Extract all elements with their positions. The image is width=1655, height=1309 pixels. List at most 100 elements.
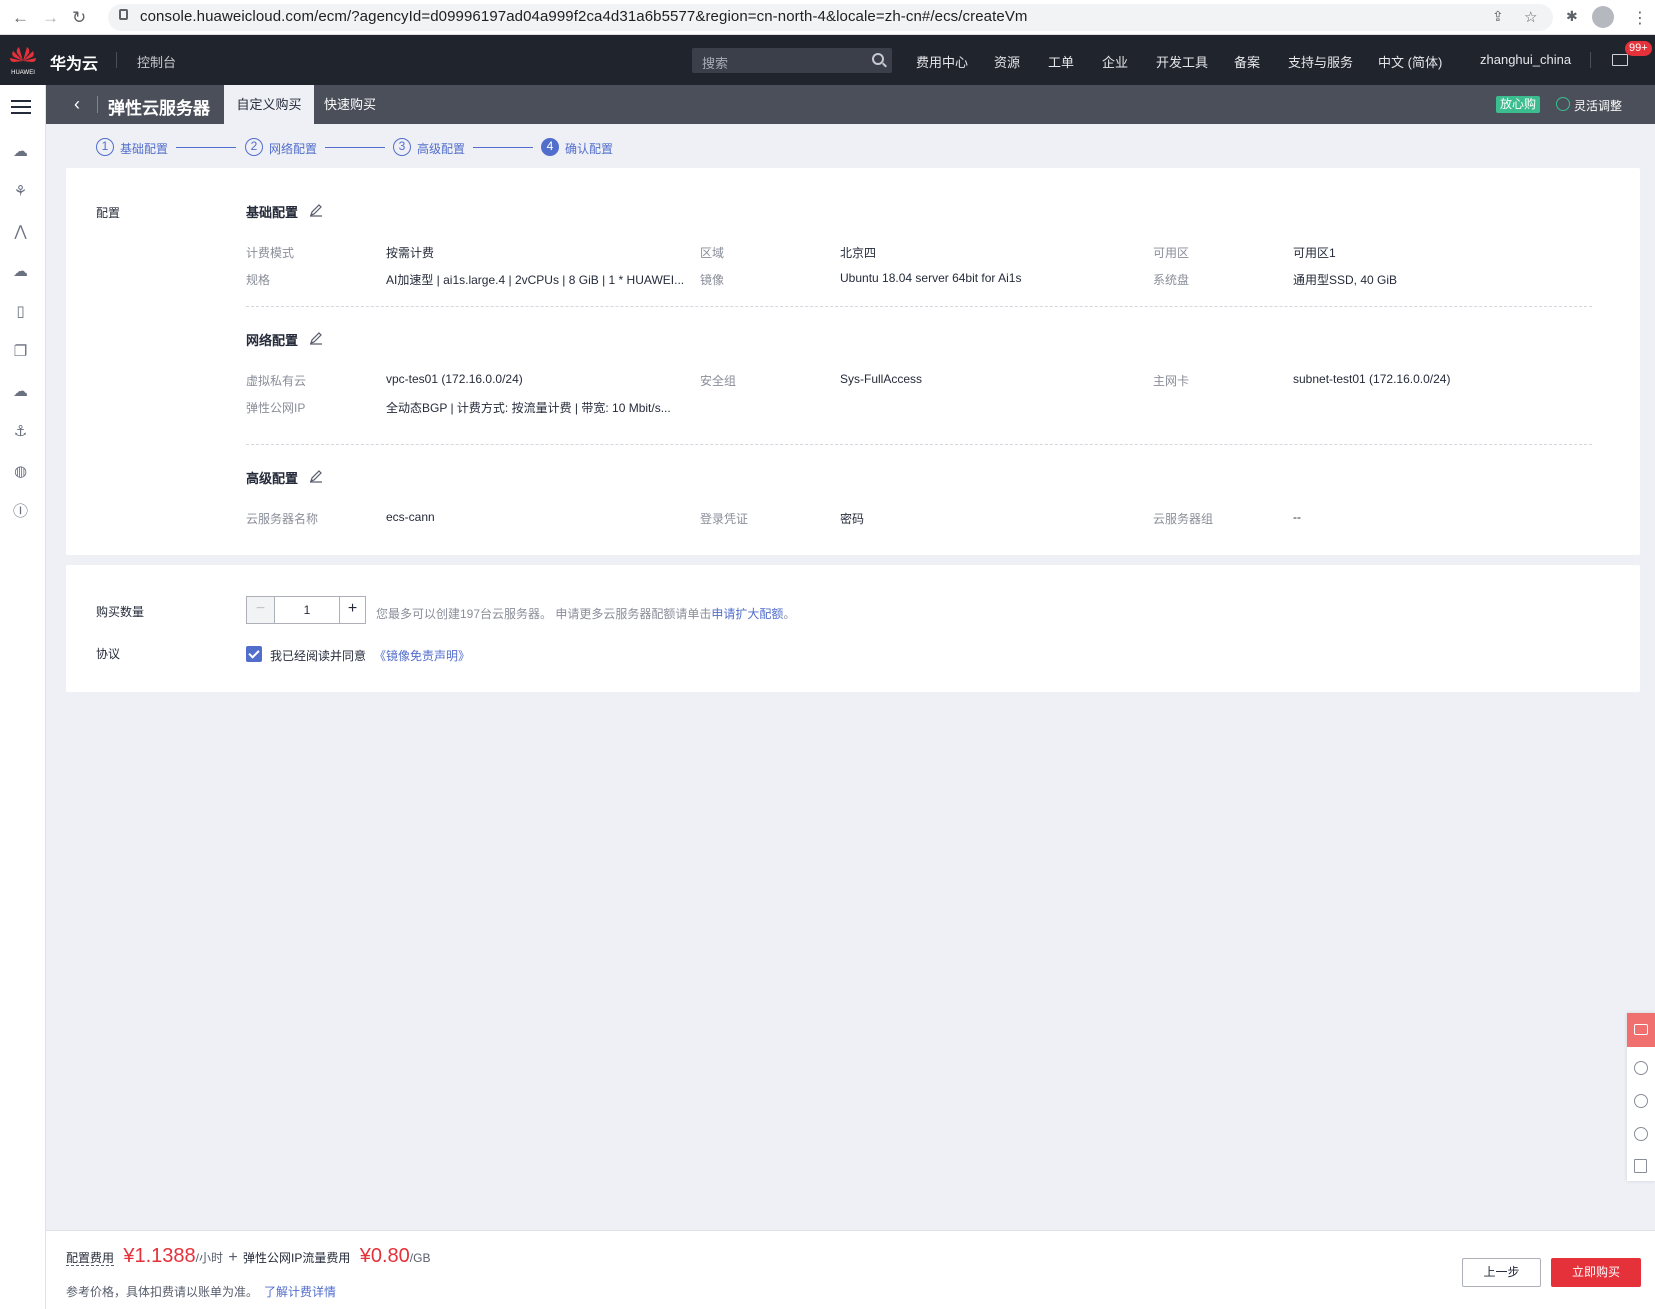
quantity-stepper: − 1 + [246,596,366,624]
back-icon[interactable]: ‹ [74,95,80,113]
nav-icp-filing[interactable]: 备案 [1234,52,1260,71]
anchor-icon[interactable]: ⚓ [11,422,30,441]
cloud-server-icon[interactable]: ☁ [11,262,30,281]
quota-hint-text: 您最多可以创建197台云服务器。 申请更多云服务器配额请单击 [376,607,712,621]
disclaimer-link[interactable]: 《镜像免责声明》 [374,649,470,663]
section-divider [246,306,1592,307]
step-connector [176,147,236,148]
feedback-icon[interactable] [1634,1061,1648,1075]
region-value: 北京四 [840,246,877,260]
quantity-input[interactable]: 1 [275,597,339,623]
nav-resources[interactable]: 资源 [994,52,1020,71]
edit-icon[interactable] [309,203,323,217]
az-key: 可用区 [1153,246,1190,260]
nav-dev-tools[interactable]: 开发工具 [1156,52,1208,71]
globe-icon[interactable]: ◍ [11,462,30,481]
increment-button[interactable]: + [339,597,365,623]
help-icon[interactable] [1634,1127,1648,1141]
step-connector [325,147,385,148]
share-icon[interactable]: ⇪ [1492,8,1504,25]
decrement-button[interactable]: − [247,597,275,623]
language-selector[interactable]: 中文 (简体) [1378,52,1442,71]
browser-menu-icon[interactable]: ⋮ [1632,8,1648,28]
previous-step-button[interactable]: 上一步 [1462,1258,1541,1287]
buy-now-button[interactable]: 立即购买 [1551,1258,1641,1287]
nav-support[interactable]: 支持与服务 [1288,52,1353,71]
user-account[interactable]: zhanghui_china [1480,52,1571,67]
mail-icon[interactable] [1612,54,1628,66]
request-quota-link[interactable]: 申请扩大配额 [711,607,783,621]
tab-custom-purchase[interactable]: 自定义购买 [224,85,314,124]
nav-billing-center[interactable]: 费用中心 [916,52,968,71]
server-group-key: 云服务器组 [1153,512,1214,526]
cluster-icon[interactable]: ⚘ [11,182,30,201]
quota-hint: 您最多可以创建197台云服务器。 申请更多云服务器配额请单击申请扩大配额。 [376,605,795,622]
billing-details-link[interactable]: 了解计费详情 [264,1285,336,1299]
console-link[interactable]: 控制台 [137,52,176,71]
nav-tickets[interactable]: 工单 [1048,52,1074,71]
system-disk-key: 系统盘 [1153,273,1190,287]
step-2-number: 2 [245,138,263,156]
customer-service-icon[interactable] [1634,1094,1648,1108]
az-value: 可用区1 [1293,246,1336,260]
advanced-config-title: 高级配置 [246,471,299,486]
flex-adjust-link[interactable]: 灵活调整 [1574,97,1622,114]
step-3-label[interactable]: 高级配置 [417,140,465,157]
tab-quick-purchase[interactable]: 快速购买 [324,85,376,124]
huawei-logo-icon[interactable]: HUAWEI [8,43,38,77]
svg-text:HUAWEI: HUAWEI [11,70,35,76]
config-fee-label[interactable]: 配置费用 [66,1251,115,1266]
reload-icon[interactable]: ↻ [72,8,86,28]
menu-icon[interactable] [11,100,31,114]
search-input[interactable]: 搜索 [692,48,892,73]
price-note: 参考价格，具体扣费请以账单为准。 了解计费详情 [66,1283,336,1300]
image-value: Ubuntu 18.04 server 64bit for Ai1s [840,271,1022,285]
cloud-sync-icon[interactable]: ☁ [11,382,30,401]
cloud-icon[interactable]: ☁ [11,142,30,161]
extensions-icon[interactable]: ✱ [1566,8,1578,25]
config-fee-price: ¥1.1388 [123,1245,196,1267]
server-name-key: 云服务器名称 [246,512,319,526]
back-arrow-icon[interactable]: ← [12,8,29,28]
billing-mode-key: 计费模式 [246,246,295,260]
service-sidebar: ☁ ⚘ ⋀ ☁ ▯ ❐ ☁ ⚓ ◍ Ⓘ [0,85,46,1309]
chat-icon[interactable] [1627,1013,1655,1047]
purchase-card [66,565,1640,692]
agree-text: 我已经阅读并同意 [270,649,367,663]
lock-icon [119,9,128,20]
agree-checkbox[interactable] [246,646,262,662]
star-icon[interactable]: ☆ [1524,8,1537,26]
stack-icon[interactable]: ⋀ [11,222,30,241]
price-note-text: 参考价格，具体扣费请以账单为准。 [66,1285,259,1299]
step-1-label[interactable]: 基础配置 [120,140,168,157]
eip-value: 全动态BGP | 计费方式: 按流量计费 | 带宽: 10 Mbit/s... [386,401,671,415]
edit-icon[interactable] [309,469,323,483]
divider [97,96,98,113]
backup-icon[interactable]: ❐ [11,342,30,361]
assurance-tag[interactable]: 放心购 [1496,96,1541,113]
eip-fee-label: 弹性公网IP流量费用 [243,1251,351,1265]
storage-icon[interactable]: ▯ [11,302,30,321]
brand-name[interactable]: 华为云 [50,50,98,74]
step-4-label: 确认配置 [565,142,614,156]
ip-icon[interactable]: Ⓘ [11,502,30,521]
edit-icon[interactable] [309,331,323,345]
search-icon[interactable] [872,53,884,65]
profile-avatar[interactable] [1592,6,1614,28]
search-placeholder: 搜索 [702,56,729,71]
login-credential-key: 登录凭证 [700,512,749,526]
url-text[interactable]: console.huaweicloud.com/ecm/?agencyId=d0… [140,8,1028,25]
page-title: 弹性云服务器 [108,99,210,118]
survey-icon[interactable] [1634,1159,1647,1173]
plus-sign: + [228,1249,238,1266]
notification-badge: 99+ [1625,41,1652,56]
step-2-label[interactable]: 网络配置 [269,140,317,157]
eip-fee-unit: /GB [409,1251,431,1265]
step-connector [473,147,533,148]
forward-arrow-icon[interactable]: → [42,8,59,28]
nav-enterprise[interactable]: 企业 [1102,52,1128,71]
server-name-value: ecs-cann [386,510,435,524]
eip-fee-price: ¥0.80 [359,1245,410,1267]
agreement-label: 协议 [96,647,121,661]
security-group-key: 安全组 [700,374,737,388]
